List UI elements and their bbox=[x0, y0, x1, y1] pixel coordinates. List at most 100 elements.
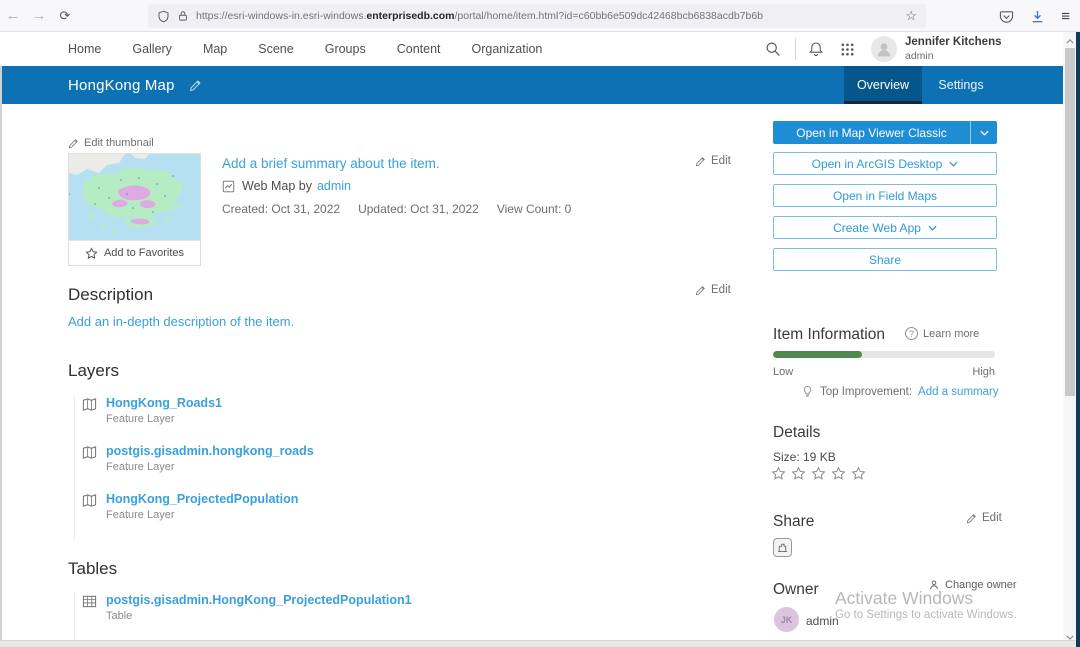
menu-icon[interactable]: ≡ bbox=[1061, 8, 1070, 25]
button-label: Open in Map Viewer Classic bbox=[796, 126, 947, 140]
search-icon[interactable] bbox=[765, 41, 781, 57]
url-bar[interactable]: https://esri-windows-in.esri-windows.ent… bbox=[148, 4, 926, 28]
edit-share-button[interactable]: Edit bbox=[966, 512, 1002, 524]
nav-item-map[interactable]: Map bbox=[203, 42, 227, 56]
item-rating[interactable] bbox=[771, 466, 866, 481]
item-type-row: Web Map by admin bbox=[222, 179, 351, 193]
button-label: Create Web App bbox=[833, 221, 921, 235]
notifications-bell-icon[interactable] bbox=[808, 41, 824, 57]
activate-windows-watermark: Activate Windows bbox=[835, 588, 973, 609]
browser-window: ← → ⟳ https://esri-windows-in.esri-windo… bbox=[0, 0, 1080, 647]
shield-icon bbox=[159, 11, 168, 22]
add-a-summary-link[interactable]: Add a summary bbox=[918, 386, 999, 398]
updated-date: Updated: Oct 31, 2022 bbox=[358, 202, 479, 216]
chevron-down-icon bbox=[949, 161, 958, 167]
vertical-scrollbar[interactable] bbox=[1063, 32, 1076, 647]
rating-star-icon[interactable] bbox=[791, 466, 806, 481]
layer-type: Feature Layer bbox=[106, 509, 298, 521]
layers-heading: Layers bbox=[68, 361, 119, 381]
scroll-up-icon[interactable] bbox=[1063, 35, 1076, 48]
create-web-app-button[interactable]: Create Web App bbox=[773, 216, 997, 239]
add-summary-link[interactable]: Add a brief summary about the item. bbox=[222, 156, 440, 171]
refresh-icon[interactable]: ⟳ bbox=[52, 8, 78, 24]
learn-more-link[interactable]: ? Learn more bbox=[905, 327, 979, 340]
rating-star-icon[interactable] bbox=[771, 466, 786, 481]
question-circle-icon: ? bbox=[905, 327, 918, 340]
item-thumbnail-map[interactable] bbox=[69, 154, 200, 240]
add-to-favorites-button[interactable]: Add to Favorites bbox=[69, 240, 200, 265]
horizontal-scrollbar-track bbox=[0, 640, 1076, 647]
open-arcgis-desktop-button[interactable]: Open in ArcGIS Desktop bbox=[773, 152, 997, 175]
nav-item-gallery[interactable]: Gallery bbox=[132, 42, 172, 56]
forward-icon[interactable]: → bbox=[26, 7, 52, 24]
edit-thumbnail-label: Edit thumbnail bbox=[84, 137, 154, 149]
user-role: admin bbox=[905, 50, 1002, 63]
nav-items: Home Gallery Map Scene Groups Content Or… bbox=[68, 32, 542, 66]
progress-low-label: Low bbox=[773, 366, 793, 378]
tables-heading: Tables bbox=[68, 559, 117, 579]
download-icon[interactable] bbox=[1030, 9, 1045, 24]
layer-link[interactable]: HongKong_Roads1 bbox=[106, 396, 222, 410]
feature-layer-icon bbox=[82, 397, 97, 412]
tab-settings[interactable]: Settings bbox=[922, 66, 1000, 104]
tab-overview[interactable]: Overview bbox=[844, 66, 922, 104]
back-icon[interactable]: ← bbox=[0, 7, 26, 24]
share-heading: Share bbox=[773, 513, 814, 531]
owner-avatar[interactable]: JK bbox=[774, 607, 799, 632]
layer-link[interactable]: HongKong_ProjectedPopulation bbox=[106, 492, 298, 506]
activate-windows-subtext: Go to Settings to activate Windows. bbox=[835, 609, 1017, 621]
open-field-maps-button[interactable]: Open in Field Maps bbox=[773, 184, 997, 207]
shared-organization-icon bbox=[773, 538, 792, 557]
tables-list: postgis.gisadmin.HongKong_ProjectedPopul… bbox=[74, 593, 694, 641]
rating-star-icon[interactable] bbox=[831, 466, 846, 481]
rating-star-icon[interactable] bbox=[851, 466, 866, 481]
item-information-heading: Item Information bbox=[773, 326, 885, 344]
bookmark-star-icon[interactable]: ☆ bbox=[905, 8, 917, 24]
table-icon bbox=[82, 594, 97, 609]
nav-item-groups[interactable]: Groups bbox=[325, 42, 366, 56]
add-to-favorites-label: Add to Favorites bbox=[104, 247, 184, 259]
nav-item-organization[interactable]: Organization bbox=[472, 42, 543, 56]
window-left-edge bbox=[0, 66, 2, 640]
user-avatar[interactable] bbox=[871, 36, 897, 62]
add-description-link[interactable]: Add an in-depth description of the item. bbox=[68, 314, 294, 329]
learn-more-label: Learn more bbox=[923, 328, 979, 340]
pencil-icon bbox=[695, 156, 706, 167]
layer-link[interactable]: postgis.gisadmin.hongkong_roads bbox=[106, 444, 314, 458]
chevron-down-icon bbox=[980, 130, 989, 136]
nav-item-home[interactable]: Home bbox=[68, 42, 101, 56]
item-type-label: Web Map by bbox=[242, 179, 312, 193]
nav-item-content[interactable]: Content bbox=[397, 42, 441, 56]
pencil-icon bbox=[695, 285, 706, 296]
share-button[interactable]: Share bbox=[773, 248, 997, 271]
top-improvement-row: Top Improvement: Add a summary bbox=[801, 385, 999, 398]
layer-type: Feature Layer bbox=[106, 461, 314, 473]
app-launcher-grid-icon[interactable] bbox=[840, 42, 855, 57]
feature-layer-icon bbox=[82, 493, 97, 508]
button-label: Open in ArcGIS Desktop bbox=[812, 157, 943, 171]
nav-item-scene[interactable]: Scene bbox=[258, 42, 293, 56]
nav-utilities: Jennifer Kitchens admin bbox=[765, 32, 1002, 66]
page-title: HongKong Map bbox=[68, 77, 175, 94]
pocket-icon[interactable] bbox=[999, 9, 1014, 24]
edit-title-pencil-icon[interactable] bbox=[189, 79, 202, 92]
table-link[interactable]: postgis.gisadmin.HongKong_ProjectedPopul… bbox=[106, 593, 412, 607]
tabs: Overview Settings bbox=[844, 66, 1000, 104]
feature-layer-icon bbox=[82, 445, 97, 460]
edit-item-button[interactable]: Edit bbox=[695, 155, 731, 167]
building-icon bbox=[776, 541, 789, 554]
item-owner-link[interactable]: admin bbox=[317, 179, 351, 193]
layer-list-item: postgis.gisadmin.hongkong_roads Feature … bbox=[82, 444, 694, 473]
edit-description-button[interactable]: Edit bbox=[695, 284, 731, 296]
item-title-bar: HongKong Map Overview Settings bbox=[0, 66, 1063, 104]
edit-thumbnail-button[interactable]: Edit thumbnail bbox=[68, 137, 154, 149]
user-info[interactable]: Jennifer Kitchens admin bbox=[905, 35, 1002, 63]
layer-list-item: HongKong_Roads1 Feature Layer bbox=[82, 396, 694, 425]
rating-star-icon[interactable] bbox=[811, 466, 826, 481]
chevron-down-icon bbox=[928, 225, 937, 231]
open-map-viewer-classic-button[interactable]: Open in Map Viewer Classic bbox=[773, 121, 997, 144]
item-size: Size: 19 KB bbox=[773, 450, 836, 464]
table-list-item: postgis.gisadmin.HongKong_ProjectedPopul… bbox=[82, 593, 694, 622]
map-viewer-dropdown-toggle[interactable] bbox=[970, 121, 997, 144]
scrollbar-thumb[interactable] bbox=[1065, 48, 1075, 396]
